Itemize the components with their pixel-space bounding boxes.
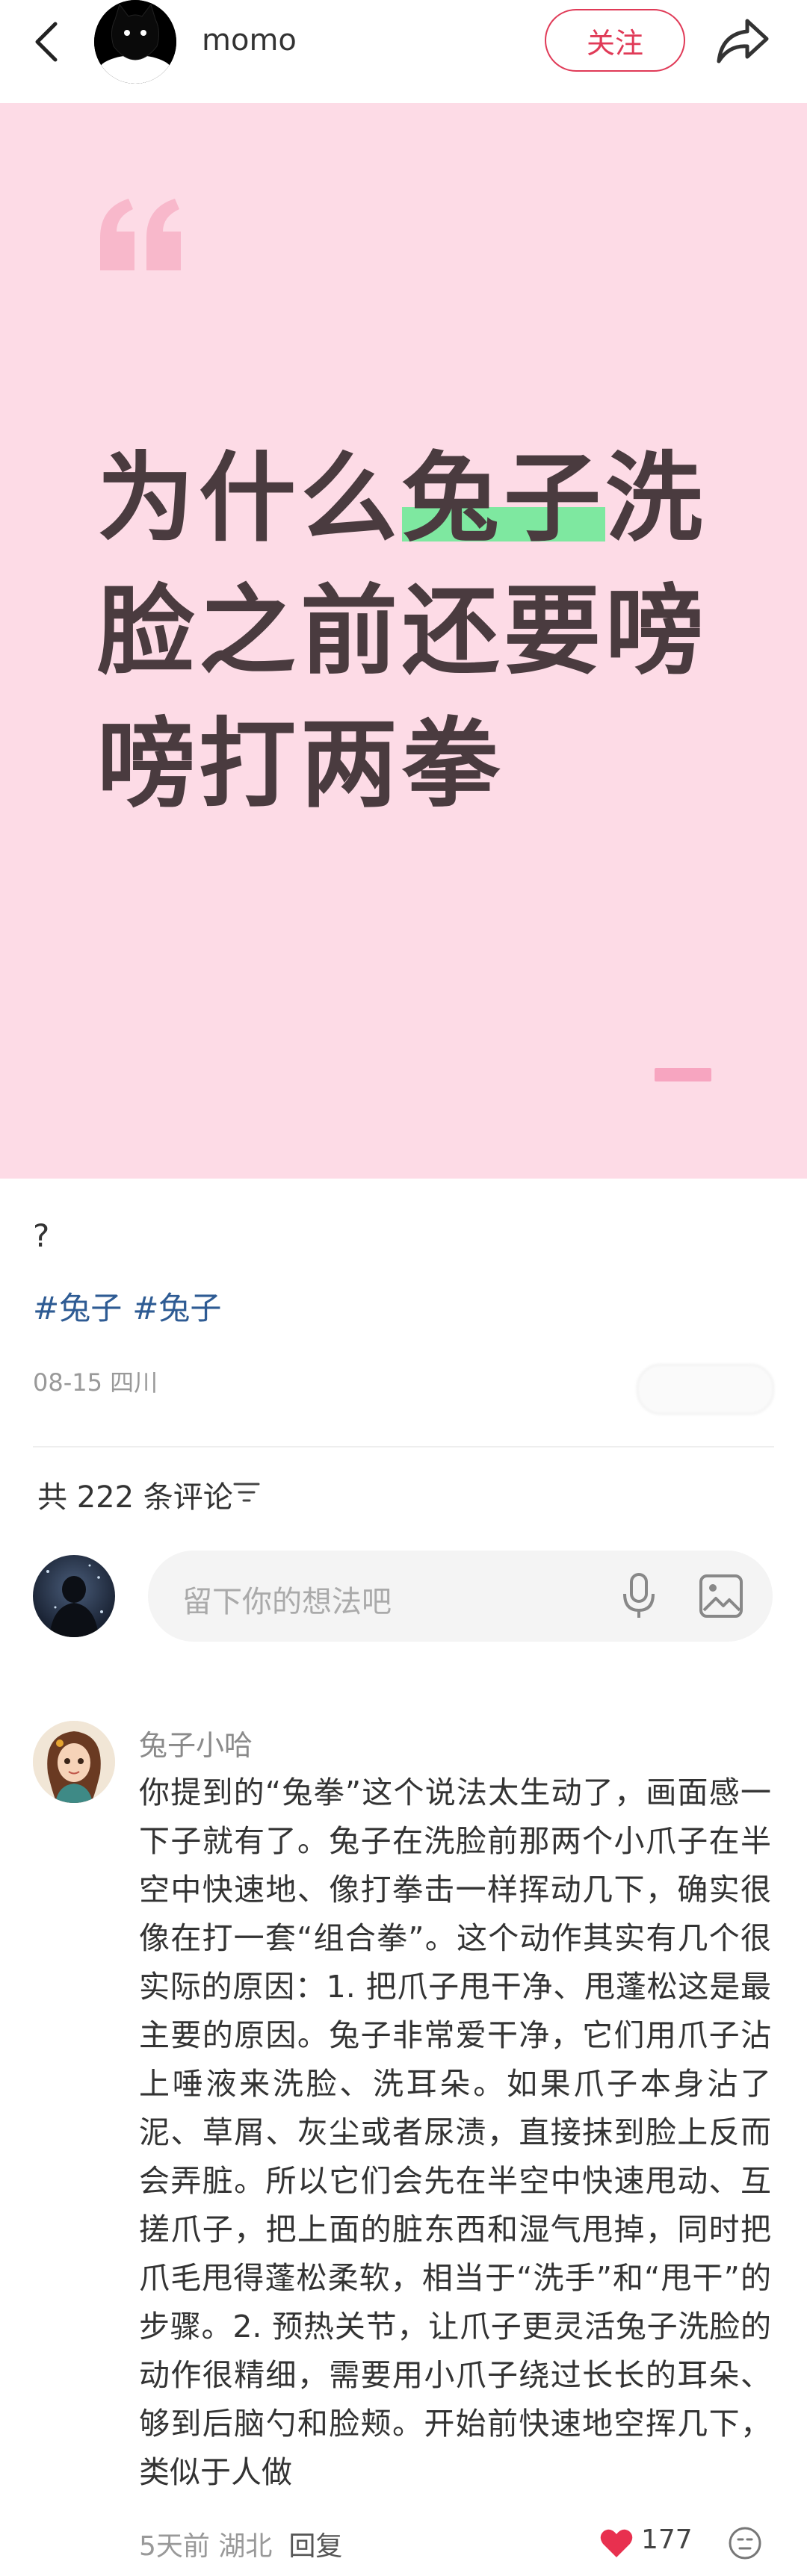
comment-text: 你提到的“兔拳”这个说法太生动了，画面感一下子就有了。兔子在洗脸前那两个小爪子在… (139, 1775, 771, 2490)
commenter-name[interactable]: 兔子小哈 (139, 1722, 253, 1763)
post-cover-image[interactable]: 为什么兔子洗脸之前还要嗙嗙打两拳 (0, 103, 807, 1179)
commenter-avatar[interactable] (33, 1721, 115, 1803)
author-avatar[interactable] (94, 0, 176, 84)
tag-link[interactable]: #兔子 (132, 1290, 221, 1326)
post-description: ? (33, 1217, 50, 1254)
top-bar: momo 关注 (0, 0, 807, 103)
share-icon[interactable] (714, 15, 771, 67)
blurred-badge (637, 1364, 774, 1415)
quote-icon (100, 199, 181, 270)
cover-decoration (655, 1068, 711, 1081)
comment-time-location: 5天前 湖北 (139, 2531, 273, 2562)
comment-meta: 5天前 湖北 回复 (139, 2524, 342, 2563)
like-count: 177 (641, 2524, 693, 2555)
comment-input-placeholder: 留下你的想法吧 (182, 1585, 392, 1619)
my-avatar (33, 1555, 115, 1637)
tag-link[interactable]: #兔子 (33, 1290, 122, 1326)
back-icon[interactable] (30, 19, 67, 64)
post-tags: #兔子 #兔子 (33, 1283, 232, 1329)
comment-count: 共 222 条评论 (37, 1480, 233, 1515)
cover-title: 为什么兔子洗脸之前还要嗙嗙打两拳 (97, 441, 708, 821)
heart-icon[interactable] (599, 2527, 634, 2559)
emoji-icon[interactable] (728, 2526, 762, 2560)
post-date-location: 08-15 四川 (33, 1368, 158, 1397)
comment-input[interactable]: 留下你的想法吧 (148, 1551, 773, 1642)
mic-icon[interactable] (620, 1571, 658, 1621)
follow-button[interactable]: 关注 (545, 9, 685, 72)
author-username[interactable]: momo (202, 21, 297, 60)
reply-button[interactable]: 回复 (288, 2531, 342, 2562)
divider (33, 1446, 774, 1447)
filter-icon[interactable] (232, 1480, 262, 1504)
cover-title-highlight: 兔子 (402, 441, 606, 555)
image-icon[interactable] (698, 1573, 744, 1619)
